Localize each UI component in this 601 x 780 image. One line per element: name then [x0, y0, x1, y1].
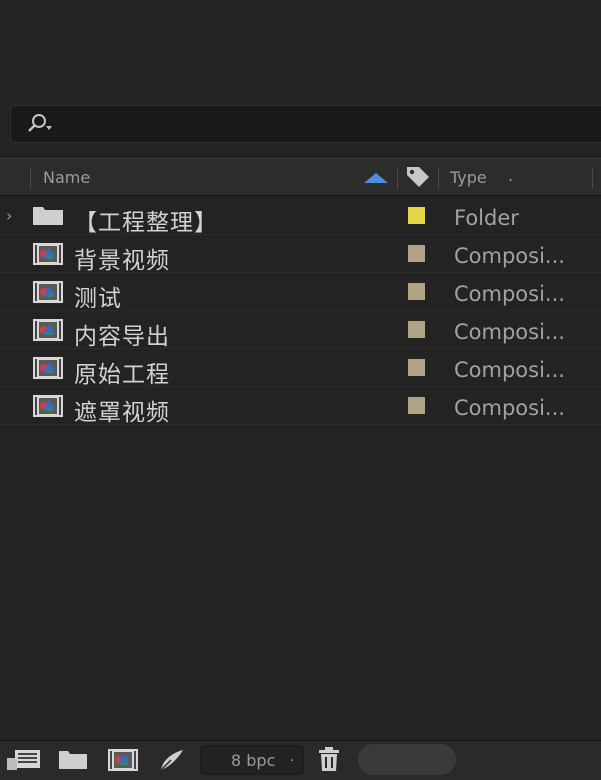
column-header-row: Name Type . [0, 158, 601, 196]
project-item-row[interactable]: 测试 Composi... [0, 273, 601, 312]
item-name: 测试 [74, 286, 122, 312]
project-item-row[interactable]: 原始工程 Composi... [0, 349, 601, 388]
color-depth-suffix: . [290, 749, 295, 765]
new-folder-icon[interactable] [58, 748, 88, 770]
item-type: Folder [454, 206, 519, 230]
column-divider[interactable] [30, 167, 31, 189]
item-type: Composi... [454, 282, 565, 306]
item-name: 遮罩视频 [74, 400, 170, 426]
color-depth-label: 8 bpc [231, 751, 276, 770]
project-item-row[interactable]: 遮罩视频 Composi... [0, 387, 601, 426]
project-item-row[interactable]: 内容导出 Composi... [0, 311, 601, 350]
composition-icon [33, 319, 63, 341]
new-composition-icon[interactable] [107, 748, 139, 772]
item-type: Composi... [454, 358, 565, 382]
item-name: 内容导出 [74, 324, 170, 350]
item-name: 【工程整理】 [74, 210, 218, 236]
column-header-type-suffix: . [508, 166, 514, 185]
search-input[interactable] [10, 105, 601, 143]
search-icon[interactable] [25, 112, 55, 136]
item-type: Composi... [454, 320, 565, 344]
project-settings-icon[interactable] [157, 748, 187, 774]
interpret-footage-icon[interactable] [6, 748, 42, 772]
item-type: Composi... [454, 244, 565, 268]
composition-icon [33, 357, 63, 379]
project-item-row[interactable]: 背景视频 Composi... [0, 235, 601, 274]
label-color-swatch[interactable] [408, 207, 425, 224]
project-item-list: › 【工程整理】 Folder 背景视频 Composi... 测试 Compo… [0, 197, 601, 426]
label-color-swatch[interactable] [408, 397, 425, 414]
column-divider[interactable] [592, 167, 593, 189]
column-divider[interactable] [438, 167, 439, 189]
column-header-name[interactable]: Name [43, 168, 90, 187]
panel-top-area [0, 0, 601, 100]
label-color-swatch[interactable] [408, 245, 425, 262]
label-color-swatch[interactable] [408, 359, 425, 376]
sort-ascending-icon[interactable] [364, 172, 388, 184]
color-depth-button[interactable]: 8 bpc . [200, 745, 304, 775]
thumbnail-size-slider[interactable] [358, 744, 456, 775]
composition-icon [33, 281, 63, 303]
folder-icon [33, 207, 63, 225]
label-tag-icon[interactable] [405, 165, 431, 189]
project-item-row[interactable]: › 【工程整理】 Folder [0, 197, 601, 236]
composition-icon [33, 395, 63, 417]
label-color-swatch[interactable] [408, 321, 425, 338]
label-color-swatch[interactable] [408, 283, 425, 300]
composition-icon [33, 243, 63, 265]
project-panel-footer: 8 bpc . [0, 740, 601, 780]
trash-icon[interactable] [318, 746, 340, 772]
expand-chevron-icon[interactable]: › [6, 206, 12, 225]
item-type: Composi... [454, 396, 565, 420]
column-divider[interactable] [397, 167, 398, 189]
column-header-type[interactable]: Type [450, 168, 487, 187]
item-name: 背景视频 [74, 248, 170, 274]
item-name: 原始工程 [74, 362, 170, 388]
